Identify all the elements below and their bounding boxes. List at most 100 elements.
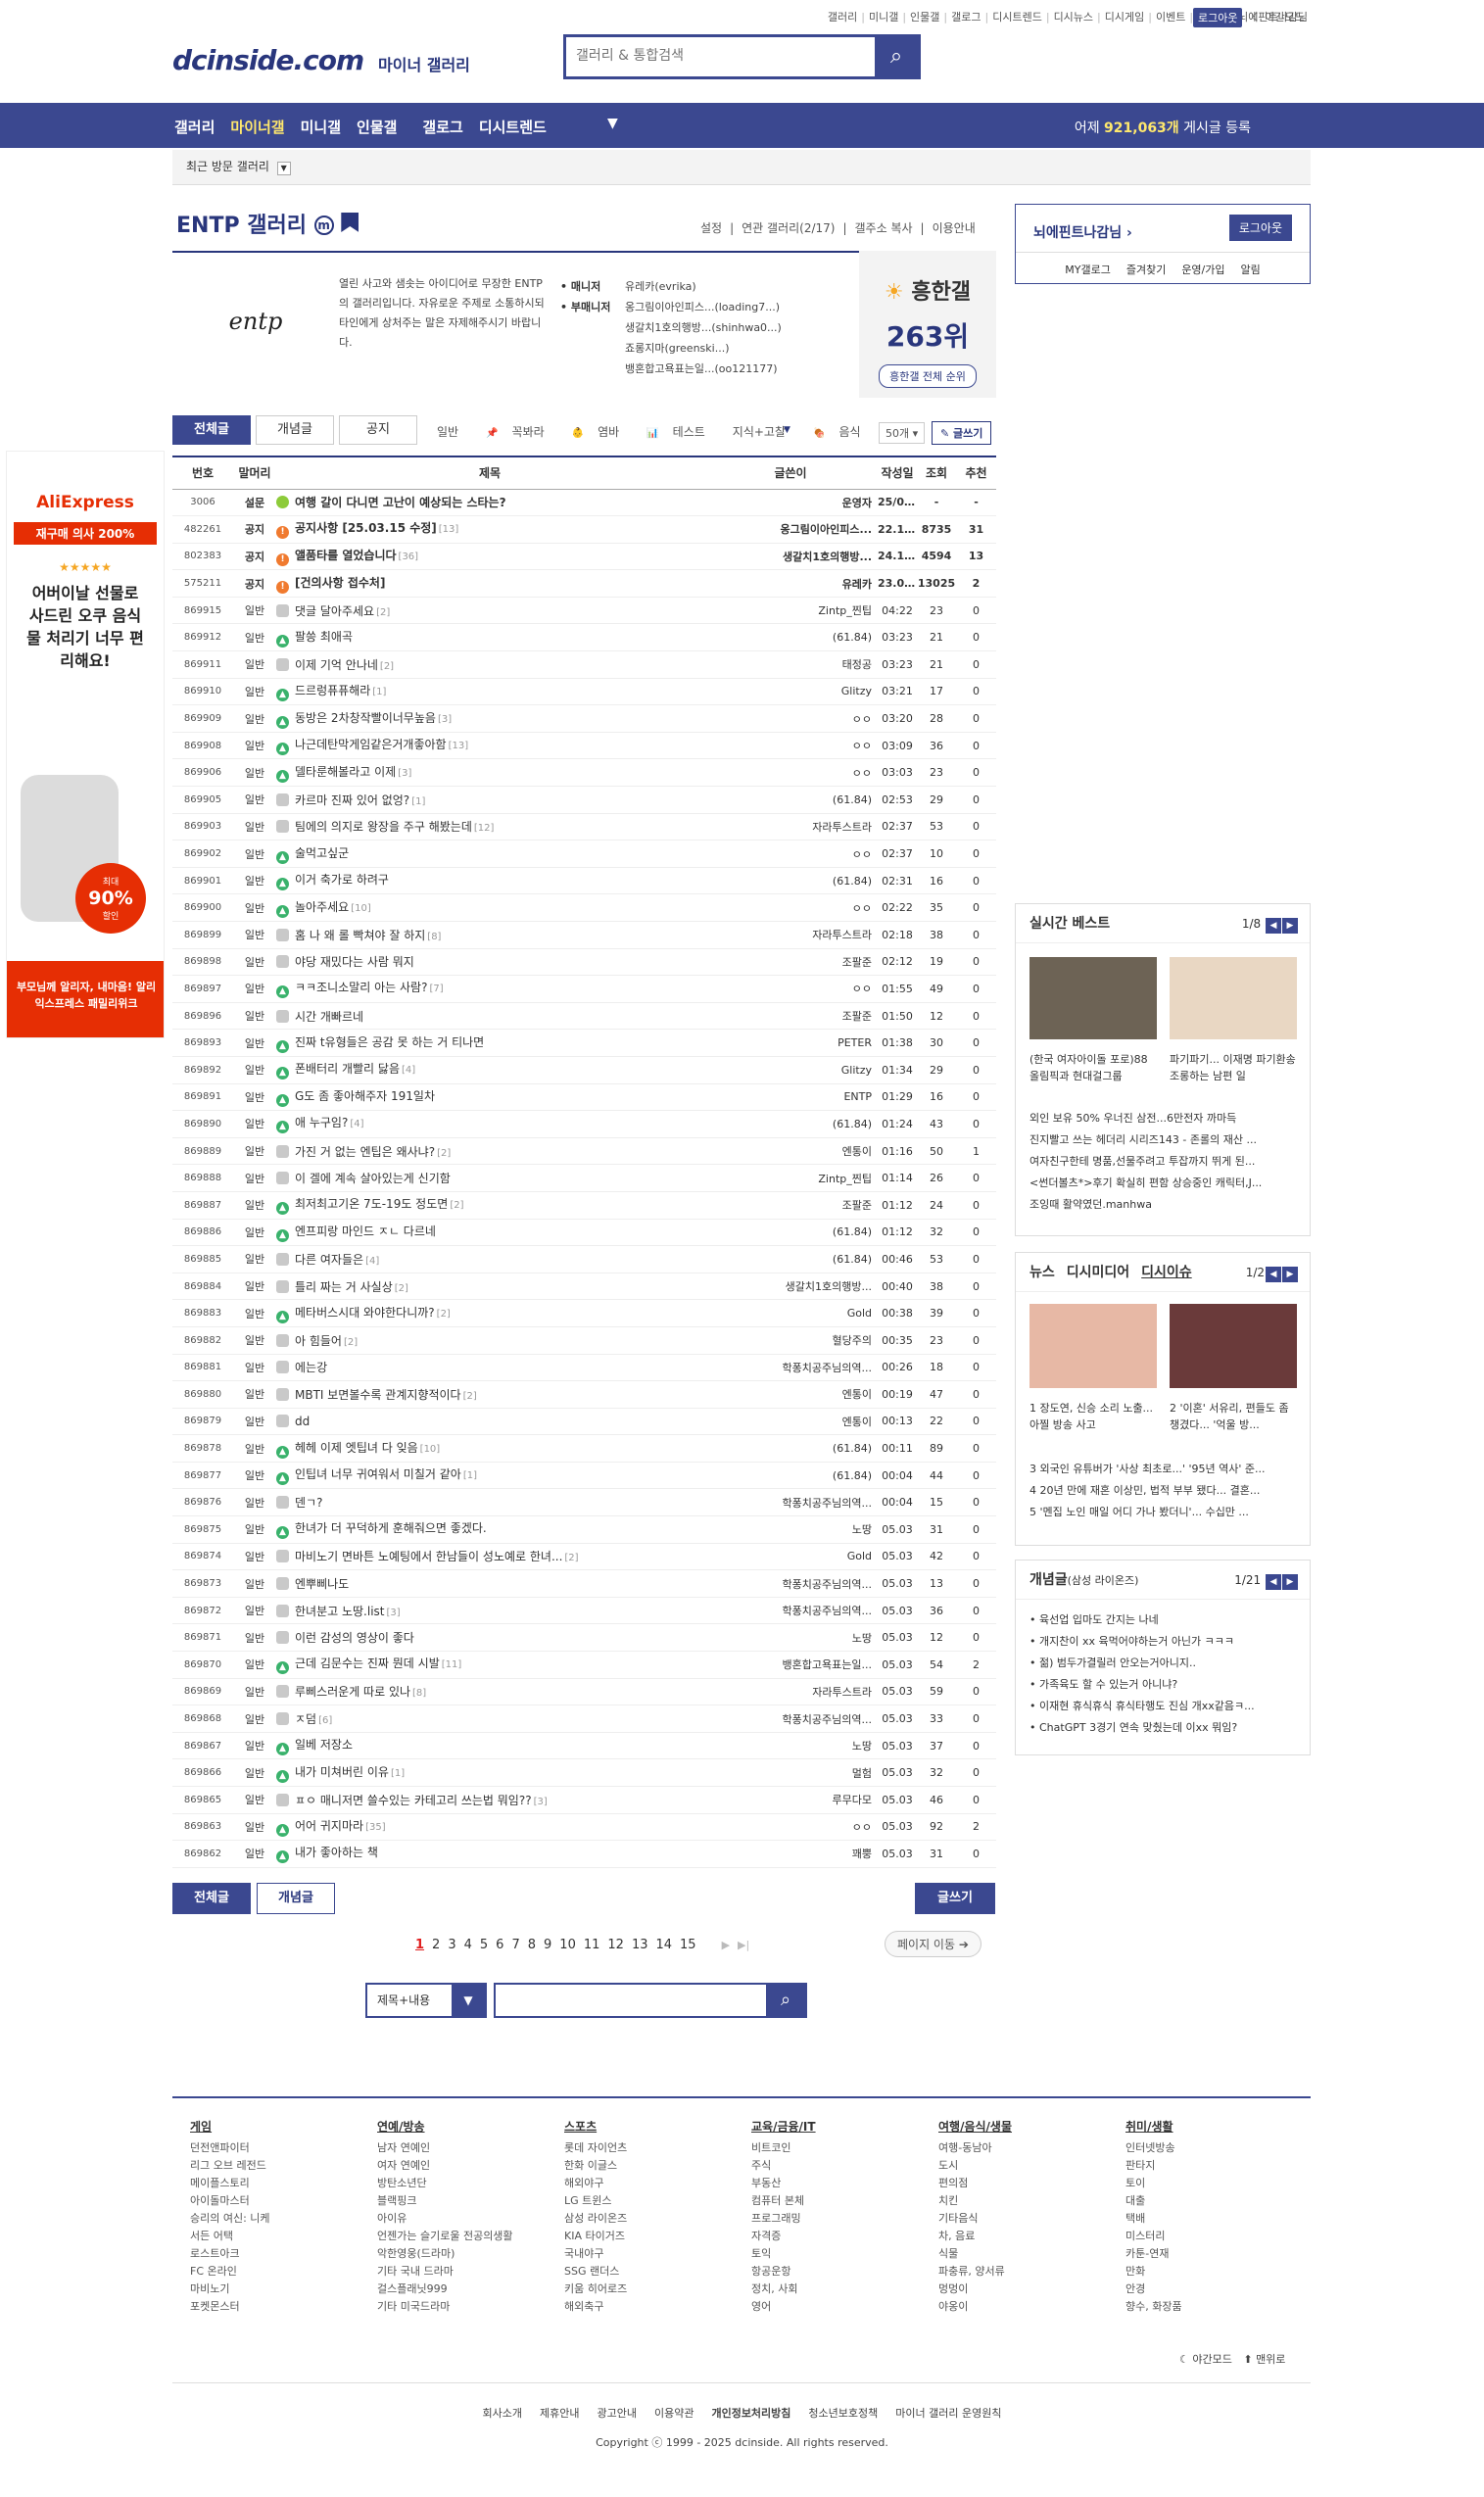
gallery-title-text[interactable]: ENTP 갤러리 (176, 214, 307, 238)
post-title[interactable]: 홈 나 왜 롤 빡쳐야 잘 하지 (295, 929, 425, 942)
page-link[interactable]: 4 (464, 1938, 472, 1952)
table-row[interactable]: 869862 일반 ▲ 내가 좋아하는 책 꽤뿡 05.03 31 0 (172, 1840, 996, 1868)
post-subject[interactable]: ▲ 인팁녀 너무 귀여워서 미칠거 같아 [1] (276, 1462, 703, 1490)
footer-link[interactable]: SSG 랜더스 (564, 2263, 627, 2281)
writer-name[interactable]: 멀험 (852, 1767, 872, 1780)
post-writer[interactable]: Glitzy (703, 1056, 878, 1084)
footer-link[interactable]: 야옹이 (938, 2298, 1012, 2316)
post-title[interactable]: 에는강 (295, 1361, 327, 1374)
post-title[interactable]: 폰배터리 개빨리 닳음 (295, 1062, 400, 1076)
footer-bottom-link[interactable]: 개인정보처리방침 (711, 2407, 790, 2420)
table-row[interactable]: 869875 일반 ▲ 한녀가 더 꾸덕하게 훈해줘으면 좋겠다. 노땅 05.03 31 0 (172, 1515, 996, 1544)
post-writer[interactable]: (61.84) (703, 786, 878, 814)
prev-icon[interactable]: ◀ (1266, 1574, 1281, 1590)
manager-name[interactable]: 생갈치1호의행방...(shinhwa0...) (625, 317, 782, 338)
best-caption-1[interactable]: (한국 여자아이돌 포로)88올림픽과 현대걸그룹 (1029, 1051, 1157, 1084)
gnb-item[interactable]: 미니갤 (301, 119, 341, 136)
news-item[interactable]: 3 외국인 유튜버가 '사상 최초로...' '95년 역사' 준... (1016, 1459, 1310, 1480)
post-subject[interactable]: 마비노기 면바튼 노예팅에서 한남들이 성노예로 한녀... [2] (276, 1543, 703, 1571)
table-row[interactable]: 869890 일반 ▲ 애 누구임? [4] (61.84) 01:24 43 0 (172, 1110, 996, 1138)
post-subject[interactable]: 이제 기억 안나네 [2] (276, 650, 703, 679)
table-row[interactable]: 869902 일반 ▲ 술먹고싶군 ㅇㅇ 02:37 10 0 (172, 840, 996, 868)
footer-link[interactable]: 해외야구 (564, 2175, 627, 2192)
table-row[interactable]: 869878 일반 ▲ 헤헤 이제 엣팁녀 다 잊음 [10] (61.84) 00:11 8… (172, 1434, 996, 1463)
post-writer[interactable]: 옹그림이아인피스... (703, 515, 878, 544)
post-title[interactable]: 어어 귀지마라 (295, 1819, 363, 1833)
footer-link[interactable]: 컴퓨터 본체 (751, 2192, 816, 2210)
post-subject[interactable]: 홈 나 왜 롤 빡쳐야 잘 하지 [8] (276, 921, 703, 949)
comment-count[interactable]: [36] (399, 552, 419, 562)
footer-column-title[interactable]: 게임 (190, 2118, 270, 2136)
concept-item[interactable]: • 육선업 입마도 간지는 나네 (1016, 1609, 1310, 1631)
footer-link[interactable]: 언젠가는 슬기로울 전공의생활 (377, 2228, 513, 2245)
table-row[interactable]: 869887 일반 ▲ 최저최고기온 7도-19도 정도면 [2] 조팔준 01:12 24 0 (172, 1191, 996, 1220)
post-writer[interactable]: ㅇㅇ (703, 975, 878, 1003)
writer-name[interactable]: 학퐁치공주님의역... (783, 1578, 872, 1591)
page-link[interactable]: 13 (632, 1938, 648, 1952)
post-subject[interactable]: ㅈ덤 [6] (276, 1705, 703, 1733)
footer-link[interactable]: 키움 히어로즈 (564, 2281, 627, 2298)
head-filter[interactable]: 일반 (437, 425, 472, 439)
post-subject[interactable]: 틀리 짜는 거 사실상 [2] (276, 1273, 703, 1301)
footer-column-title[interactable]: 여행/음식/생물 (938, 2118, 1012, 2136)
footer-link[interactable]: 국내야구 (564, 2245, 627, 2263)
page-link[interactable]: 15 (680, 1938, 696, 1952)
post-writer[interactable]: (61.84) (703, 1462, 878, 1490)
footer-link[interactable]: 판타지 (1125, 2157, 1182, 2175)
post-writer[interactable]: ㅇㅇ (703, 758, 878, 788)
footer-column-title[interactable]: 연예/방송 (377, 2118, 513, 2136)
post-title[interactable]: 한녀가 더 꾸덕하게 훈해줘으면 좋겠다. (295, 1521, 487, 1535)
post-subject[interactable]: ▲ 내가 좋아하는 책 (276, 1840, 703, 1868)
writer-name[interactable]: Gold (847, 1307, 872, 1320)
footer-bottom-link[interactable]: 회사소개 (483, 2407, 522, 2420)
manager-name[interactable]: 뱅혼합고욕표는일...(oo121177) (625, 359, 782, 379)
comment-count[interactable]: [6] (318, 1715, 332, 1726)
table-row[interactable]: 869876 일반 덴ㄱ? 학퐁치공주님의역... 00:04 15 0 (172, 1488, 996, 1517)
comment-count[interactable]: [1] (372, 687, 386, 697)
best-item[interactable]: 여자친구한테 명품,선물주려고 투잡까지 뛰게 된... (1016, 1151, 1310, 1173)
comment-count[interactable]: [8] (412, 1688, 426, 1699)
footer-link[interactable]: 식물 (938, 2245, 1012, 2263)
post-subject[interactable]: ▲ 한녀가 더 꾸덕하게 훈해줘으면 좋겠다. (276, 1515, 703, 1544)
footer-link[interactable]: 파충류, 양서류 (938, 2263, 1012, 2281)
writer-name[interactable]: 노땅 (852, 1632, 872, 1645)
writer-name[interactable]: 엔통이 (842, 1416, 872, 1428)
gnb-item[interactable]: 갤러리 (174, 119, 215, 136)
post-title[interactable]: 진짜 t유형들은 공감 못 하는 거 티나면 (295, 1035, 484, 1049)
post-subject[interactable]: 카르마 진짜 있어 없엉? [1] (276, 786, 703, 814)
post-writer[interactable]: 엔통이 (703, 1137, 878, 1166)
comment-count[interactable]: [1] (391, 1768, 405, 1779)
post-writer[interactable]: 학퐁치공주님의역... (703, 1705, 878, 1733)
news-item[interactable]: 5 '멘집 노인 매일 어디 가나 봤더니'... 수십만 ... (1016, 1502, 1310, 1523)
post-writer[interactable]: 조팔준 (703, 948, 878, 977)
table-row[interactable]: 869870 일반 ▲ 근데 김문수는 진짜 뭔데 시발 [11] 뱅혼합고욕표는일...… (172, 1651, 996, 1679)
prev-icon[interactable]: ◀ (1266, 1267, 1281, 1282)
footer-link[interactable]: 승리의 여신: 니케 (190, 2210, 270, 2228)
post-title[interactable]: 놀아주세요 (295, 900, 349, 914)
comment-count[interactable]: [3] (398, 768, 411, 779)
post-subject[interactable]: ▲ 나근데탄막게임같은거개좋아함 [13] (276, 732, 703, 760)
footer-link[interactable]: 영어 (751, 2298, 816, 2316)
footer-link[interactable]: 편의점 (938, 2175, 1012, 2192)
logout-button[interactable]: 로그아웃 (1228, 215, 1292, 241)
bottom-search-input[interactable]: ⌕ (494, 1983, 807, 2018)
login-link[interactable]: 알림 (1241, 264, 1261, 276)
table-row[interactable]: 869866 일반 ▲ 내가 미쳐버린 이유 [1] 멀험 05.03 32 0 (172, 1758, 996, 1787)
post-subject[interactable]: ▲ 폰배터리 개빨리 닳음 [4] (276, 1056, 703, 1084)
post-subject[interactable]: ▲ 이거 축가로 하려구 (276, 867, 703, 895)
writer-name[interactable]: (61.84) (833, 1469, 872, 1482)
table-row[interactable]: 869898 일반 야당 재밌다는 사람 뭐지 조팔준 02:12 19 0 (172, 948, 996, 977)
footer-link[interactable]: KIA 타이거즈 (564, 2228, 627, 2245)
post-title[interactable]: 델타룬해볼라고 이제 (295, 765, 396, 779)
table-row[interactable]: 869908 일반 ▲ 나근데탄막게임같은거개좋아함 [13] ㅇㅇ 03:09 36 0 (172, 732, 996, 760)
top-menu-item[interactable]: 디시뉴스 (1054, 11, 1093, 24)
writer-name[interactable]: 옹그림이아인피스... (781, 523, 873, 536)
post-title[interactable]: 루삐스러운게 따로 있나 (295, 1685, 410, 1699)
comment-count[interactable]: [2] (344, 1337, 358, 1348)
post-subject[interactable]: ▲ 술먹고싶군 (276, 840, 703, 868)
post-writer[interactable]: (61.84) (703, 623, 878, 652)
bottom-tab-concept[interactable]: 개념글 (257, 1883, 335, 1914)
top-menu-item[interactable]: 디시게임 (1105, 11, 1144, 24)
footer-link[interactable]: 향수, 화장품 (1125, 2298, 1182, 2316)
post-title[interactable]: 틀리 짜는 거 사실상 (295, 1280, 393, 1294)
